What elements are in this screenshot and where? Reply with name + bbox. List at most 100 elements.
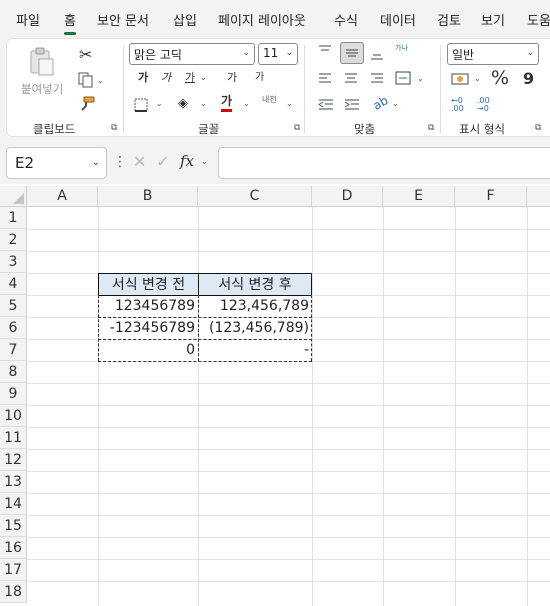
column-header-f[interactable]: F: [455, 186, 527, 207]
copy-dropdown-icon[interactable]: ⌄: [97, 76, 104, 85]
tab-view[interactable]: 보기: [481, 10, 505, 29]
tab-protected-document[interactable]: 보안 문서: [97, 10, 149, 29]
row-header-17[interactable]: 17: [0, 559, 27, 581]
enter-icon[interactable]: ✓: [156, 154, 169, 170]
row-header-16[interactable]: 16: [0, 537, 27, 559]
shrink-font-button[interactable]: 가: [255, 73, 264, 83]
tab-home[interactable]: 홈: [64, 10, 76, 35]
column-header-d[interactable]: D: [312, 186, 383, 207]
align-left-icon[interactable]: [318, 73, 332, 85]
row-header-10[interactable]: 10: [0, 405, 27, 427]
percent-style-button[interactable]: %: [491, 69, 509, 88]
chevron-down-icon: ⌄: [526, 48, 534, 58]
fill-color-icon[interactable]: ◈: [178, 97, 188, 110]
column-header-c[interactable]: C: [198, 186, 312, 207]
name-box[interactable]: E2 ⌄: [6, 147, 107, 179]
gridline: [27, 581, 550, 582]
column-header-g[interactable]: [527, 186, 550, 207]
align-right-icon[interactable]: [370, 73, 384, 85]
row-header-7[interactable]: 7: [0, 339, 27, 361]
fill-color-dropdown-icon[interactable]: ⌄: [200, 99, 207, 108]
italic-button[interactable]: 가: [161, 72, 171, 83]
copy-icon[interactable]: [78, 72, 94, 88]
cell-c4[interactable]: 서식 변경 후: [198, 273, 312, 296]
row-header-1[interactable]: 1: [0, 207, 27, 229]
phonetic-guide-button[interactable]: 내천: [262, 96, 277, 104]
align-middle-button[interactable]: [340, 42, 364, 64]
font-size-select[interactable]: 11 ⌄: [258, 43, 298, 65]
orientation-icon[interactable]: ab: [371, 93, 391, 113]
increase-indent-icon[interactable]: [344, 99, 360, 111]
row-header-18[interactable]: 18: [0, 581, 27, 603]
font-name-select[interactable]: 맑은 고딕 ⌄: [129, 43, 255, 65]
column-header-b[interactable]: B: [98, 186, 198, 207]
column-header-e[interactable]: E: [383, 186, 455, 207]
align-middle-icon: [346, 49, 358, 57]
cut-icon[interactable]: ✂: [79, 47, 92, 63]
underline-dropdown-icon[interactable]: ⌄: [200, 73, 207, 82]
cell-b5[interactable]: 123456789: [98, 295, 198, 317]
row-header-12[interactable]: 12: [0, 449, 27, 471]
orientation-dropdown-icon[interactable]: ⌄: [392, 99, 399, 108]
cell-b4[interactable]: 서식 변경 전: [98, 273, 199, 296]
cell-c6[interactable]: (123,456,789): [198, 317, 312, 339]
row-header-5[interactable]: 5: [0, 295, 27, 317]
underline-button[interactable]: 가: [185, 72, 195, 83]
tab-review[interactable]: 검토: [437, 10, 461, 29]
increase-decimal-button[interactable]: ←0 .00: [451, 97, 471, 113]
clipboard-dialog-launcher-icon[interactable]: ⧉: [111, 123, 117, 133]
font-color-button[interactable]: 가: [221, 95, 233, 112]
decrease-indent-icon[interactable]: [318, 99, 334, 111]
row-header-3[interactable]: 3: [0, 251, 27, 273]
align-top-icon[interactable]: [318, 45, 332, 57]
accounting-dropdown-icon[interactable]: ⌄: [474, 74, 481, 83]
alignment-dialog-launcher-icon[interactable]: ⧉: [428, 123, 434, 133]
merge-center-icon[interactable]: [395, 71, 411, 85]
merge-dropdown-icon[interactable]: ⌄: [417, 74, 424, 83]
cell-b7[interactable]: 0: [98, 339, 198, 361]
column-header-a[interactable]: A: [27, 186, 98, 207]
comma-style-button[interactable]: 9: [523, 71, 534, 87]
paste-button[interactable]: 붙여넣기: [15, 45, 69, 101]
insert-function-button[interactable]: fx: [180, 154, 194, 169]
tab-file[interactable]: 파일: [16, 10, 40, 29]
tab-help[interactable]: 도움: [527, 10, 550, 29]
font-dialog-launcher-icon[interactable]: ⧉: [294, 123, 300, 133]
row-header-11[interactable]: 11: [0, 427, 27, 449]
tab-insert[interactable]: 삽입: [173, 10, 197, 29]
gridline: [312, 207, 313, 606]
align-center-icon[interactable]: [344, 73, 358, 85]
number-format-select[interactable]: 일반 ⌄: [447, 43, 539, 65]
function-dropdown-icon[interactable]: ⌄: [201, 157, 208, 166]
format-painter-icon[interactable]: [78, 96, 96, 112]
worksheet-grid[interactable]: A B C D E F 1 2 3 4 5 6 7 8 9 10 11 12 1…: [0, 186, 550, 606]
accounting-format-icon[interactable]: [451, 72, 469, 86]
cell-c7[interactable]: -: [198, 339, 312, 361]
decrease-decimal-button[interactable]: .00 →0: [477, 97, 497, 113]
row-header-4[interactable]: 4: [0, 273, 27, 295]
row-header-2[interactable]: 2: [0, 229, 27, 251]
row-header-6[interactable]: 6: [0, 317, 27, 339]
tab-page-layout[interactable]: 페이지 레이아웃: [218, 10, 306, 29]
row-header-9[interactable]: 9: [0, 383, 27, 405]
formula-input[interactable]: [218, 147, 550, 179]
row-header-8[interactable]: 8: [0, 361, 27, 383]
phonetic-dropdown-icon[interactable]: ⌄: [286, 99, 293, 108]
font-color-dropdown-icon[interactable]: ⌄: [243, 99, 250, 108]
tab-data[interactable]: 데이터: [380, 10, 416, 29]
borders-dropdown-icon[interactable]: ⌄: [156, 99, 163, 108]
grow-font-button[interactable]: 가: [227, 72, 237, 83]
cancel-icon[interactable]: ✕: [133, 154, 146, 170]
number-dialog-launcher-icon[interactable]: ⧉: [535, 123, 541, 133]
align-bottom-icon[interactable]: [370, 49, 384, 61]
row-header-14[interactable]: 14: [0, 493, 27, 515]
wrap-text-button[interactable]: 가나: [395, 45, 408, 52]
row-header-13[interactable]: 13: [0, 471, 27, 493]
row-header-15[interactable]: 15: [0, 515, 27, 537]
bold-button[interactable]: 가: [138, 72, 148, 83]
select-all-button[interactable]: [0, 186, 27, 207]
tab-formulas[interactable]: 수식: [334, 10, 358, 29]
cell-c5[interactable]: 123,456,789: [198, 295, 312, 317]
borders-icon[interactable]: [134, 98, 148, 112]
cell-b6[interactable]: -123456789: [98, 317, 198, 339]
